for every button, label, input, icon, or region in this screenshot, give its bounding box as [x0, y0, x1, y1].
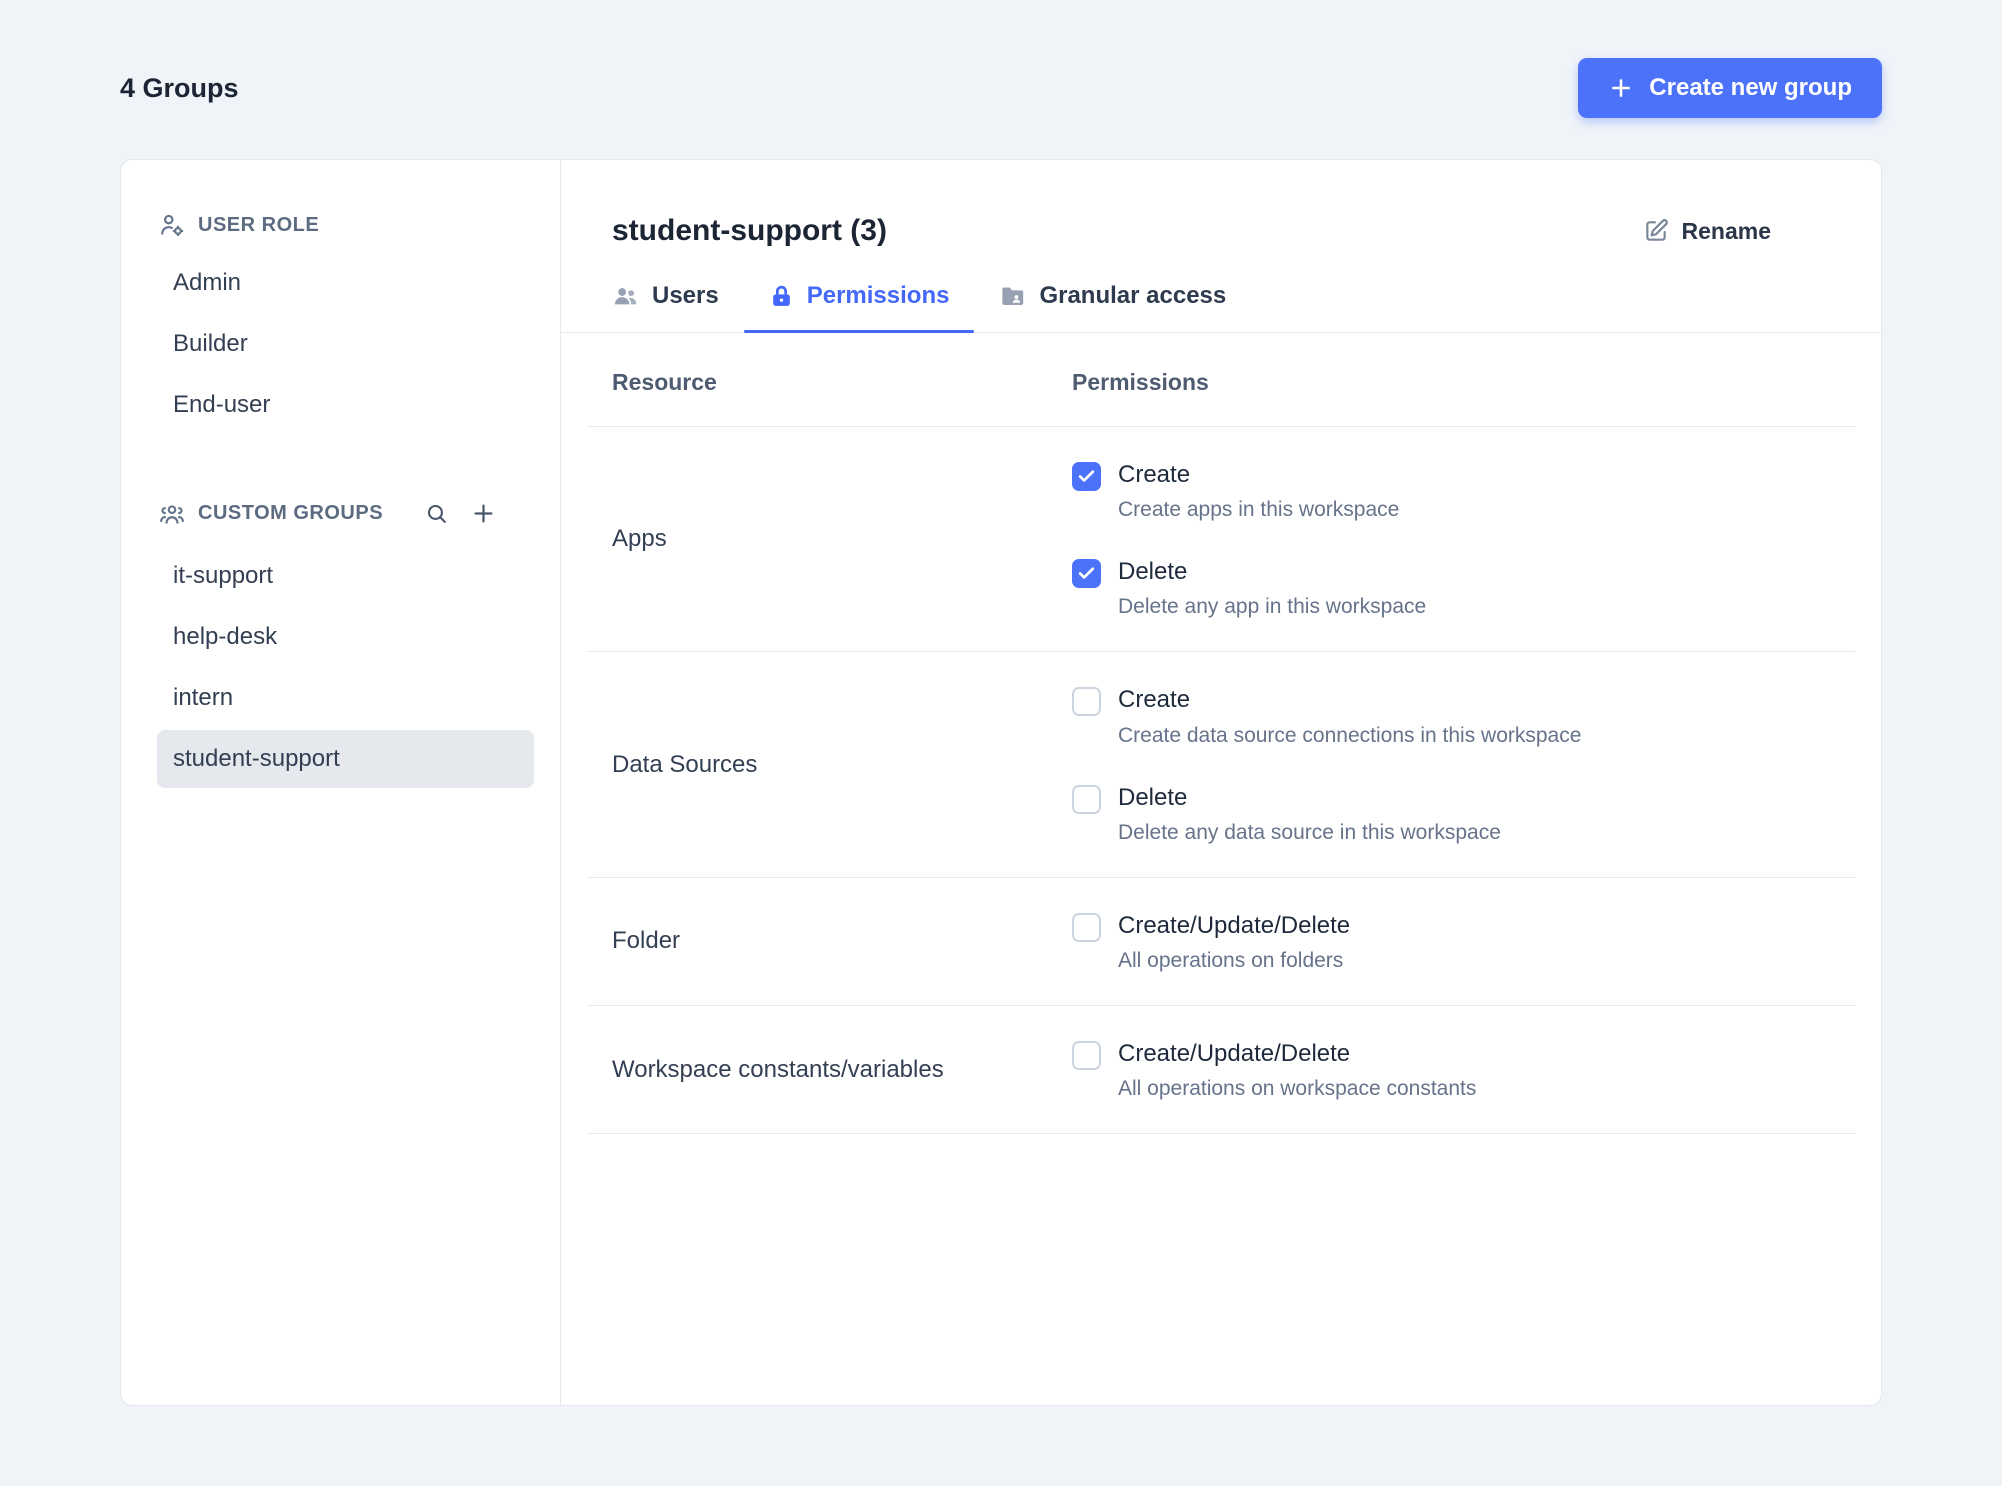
groups-card: USER ROLE Admin Builder End-user CUSTOM … — [120, 159, 1882, 1406]
check-icon — [1078, 470, 1095, 482]
tab-permissions-label: Permissions — [806, 282, 950, 309]
permissions-column-header: Permissions — [1072, 369, 1209, 395]
permission-item: Create Create data source connections in… — [1072, 684, 1855, 747]
tab-users-label: Users — [652, 282, 719, 309]
custom-groups-header: CUSTOM GROUPS — [157, 490, 534, 537]
user-role-label: USER ROLE — [198, 213, 320, 236]
group-detail-panel: student-support (3) Rename Users Permiss… — [561, 160, 1881, 1405]
sidebar-item-end-user[interactable]: End-user — [157, 376, 534, 434]
tabs: Users Permissions Granular access — [561, 274, 1881, 333]
check-icon — [1078, 567, 1095, 579]
plus-icon — [470, 500, 497, 527]
permission-description: Create data source connections in this w… — [1118, 723, 1582, 747]
sidebar: USER ROLE Admin Builder End-user CUSTOM … — [121, 160, 561, 1405]
resource-column-header: Resource — [612, 369, 717, 395]
permission-label: Delete — [1118, 783, 1188, 811]
edit-pencil-icon — [1643, 218, 1669, 244]
resource-name: Apps — [612, 525, 667, 553]
sidebar-item-it-support[interactable]: it-support — [157, 547, 534, 605]
users-icon — [612, 283, 639, 310]
sidebar-item-intern[interactable]: intern — [157, 669, 534, 727]
apps-delete-checkbox[interactable] — [1072, 559, 1101, 589]
lock-icon — [769, 284, 794, 309]
permission-description: All operations on folders — [1118, 948, 1344, 972]
permission-label: Create/Update/Delete — [1118, 1039, 1351, 1067]
datasources-create-checkbox[interactable] — [1072, 687, 1101, 717]
create-new-group-label: Create new group — [1649, 74, 1852, 101]
table-row: Workspace constants/variables Create/Upd… — [587, 1006, 1855, 1135]
tab-granular-access-label: Granular access — [1039, 282, 1227, 309]
table-row: Data Sources Create Create data source c… — [587, 652, 1855, 878]
tab-users[interactable]: Users — [587, 274, 744, 332]
resource-name: Folder — [612, 927, 681, 955]
permission-item: Create/Update/Delete All operations on f… — [1072, 910, 1855, 973]
workspace-constants-cud-checkbox[interactable] — [1072, 1040, 1101, 1070]
permission-description: All operations on workspace constants — [1118, 1077, 1477, 1101]
rename-button[interactable]: Rename — [1643, 218, 1771, 245]
permission-label: Create — [1118, 686, 1191, 714]
resource-name: Data Sources — [612, 750, 758, 778]
create-new-group-button[interactable]: Create new group — [1578, 58, 1882, 118]
folder-icon — [999, 283, 1026, 310]
permission-description: Delete any data source in this workspace — [1118, 820, 1501, 844]
sidebar-item-admin[interactable]: Admin — [157, 254, 534, 312]
folder-cud-checkbox[interactable] — [1072, 912, 1101, 942]
datasources-delete-checkbox[interactable] — [1072, 784, 1101, 814]
plus-icon — [1608, 75, 1634, 101]
permission-label: Create — [1118, 461, 1191, 488]
panel-header: student-support (3) Rename — [561, 160, 1881, 248]
group-title: student-support (3) — [612, 214, 887, 247]
permission-item: Delete Delete any app in this workspace — [1072, 556, 1855, 619]
permission-label: Delete — [1118, 558, 1188, 586]
permission-description: Create apps in this workspace — [1118, 498, 1400, 522]
top-bar: 4 Groups Create new group — [0, 0, 2002, 118]
table-header: Resource Permissions — [587, 333, 1855, 427]
custom-groups-label: CUSTOM GROUPS — [198, 502, 384, 524]
page-title: 4 Groups — [120, 72, 239, 103]
sidebar-item-help-desk[interactable]: help-desk — [157, 608, 534, 666]
search-groups-button[interactable] — [420, 497, 453, 530]
user-role-header: USER ROLE — [157, 206, 534, 244]
sidebar-item-builder[interactable]: Builder — [157, 315, 534, 373]
permission-description: Delete any app in this workspace — [1118, 595, 1427, 619]
apps-create-checkbox[interactable] — [1072, 462, 1101, 491]
table-row: Folder Create/Update/Delete All operatio… — [587, 878, 1855, 1006]
rename-label: Rename — [1681, 217, 1771, 244]
permission-item: Create/Update/Delete All operations on w… — [1072, 1038, 1855, 1101]
search-icon — [424, 501, 449, 526]
resource-name: Workspace constants/variables — [612, 1055, 944, 1083]
sidebar-item-student-support[interactable]: student-support — [157, 730, 534, 788]
custom-groups-icon — [159, 501, 185, 527]
tab-granular-access[interactable]: Granular access — [974, 274, 1251, 332]
permission-item: Create Create apps in this workspace — [1072, 459, 1855, 522]
permission-label: Create/Update/Delete — [1118, 911, 1351, 939]
table-row: Apps Create Create apps in this workspac… — [587, 427, 1855, 653]
tab-permissions[interactable]: Permissions — [743, 274, 975, 333]
add-group-button[interactable] — [466, 496, 501, 531]
user-role-icon — [159, 212, 185, 238]
permission-item: Delete Delete any data source in this wo… — [1072, 782, 1855, 845]
